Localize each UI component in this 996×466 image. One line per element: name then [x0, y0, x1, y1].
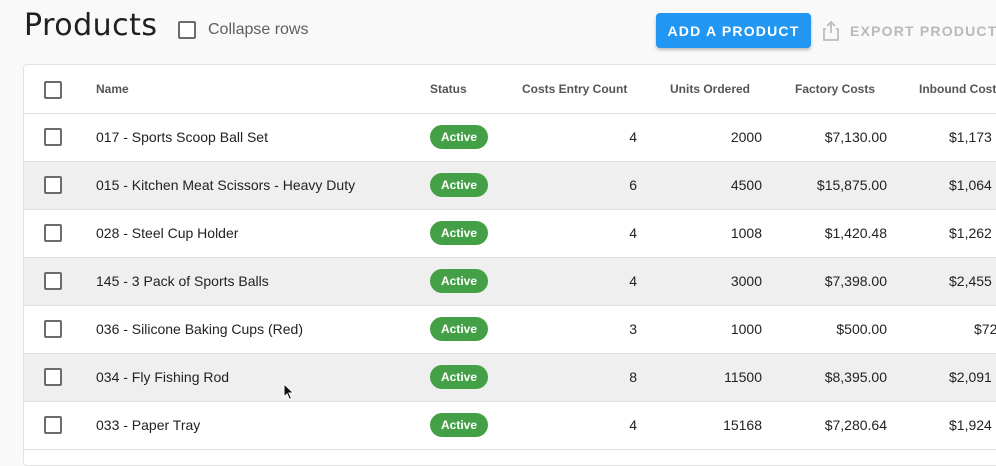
- inbound-costs: $1,173: [949, 129, 992, 145]
- column-header-status[interactable]: Status: [430, 82, 467, 96]
- product-name: 145 - 3 Pack of Sports Balls: [96, 273, 269, 289]
- collapse-rows-label: Collapse rows: [208, 21, 309, 38]
- inbound-costs: $1,262: [949, 225, 992, 241]
- status-badge: Active: [430, 413, 488, 437]
- units-ordered: 1008: [730, 225, 762, 241]
- column-header-name[interactable]: Name: [96, 82, 129, 96]
- table-row[interactable]: 015 - Kitchen Meat Scissors - Heavy Duty…: [24, 162, 996, 210]
- status-badge: Active: [430, 173, 488, 197]
- factory-costs: $500.00: [836, 321, 887, 337]
- row-checkbox[interactable]: [44, 128, 62, 146]
- units-ordered: 4500: [730, 177, 762, 193]
- checkbox-icon[interactable]: [178, 21, 196, 39]
- status-badge: Active: [430, 221, 488, 245]
- product-name: 017 - Sports Scoop Ball Set: [96, 129, 268, 145]
- page-title: Products: [24, 8, 158, 43]
- table-row[interactable]: 145 - 3 Pack of Sports Balls Active 4 30…: [24, 258, 996, 306]
- table-row[interactable]: 034 - Fly Fishing Rod Active 8 11500 $8,…: [24, 354, 996, 402]
- costs-entry-count: 6: [629, 177, 637, 193]
- factory-costs: $8,395.00: [824, 369, 887, 385]
- row-checkbox[interactable]: [44, 224, 62, 242]
- export-products-label: EXPORT PRODUCTS: [850, 22, 996, 39]
- column-header-factory-costs[interactable]: Factory Costs: [795, 82, 875, 96]
- select-all-checkbox[interactable]: [44, 81, 62, 99]
- units-ordered: 1000: [730, 321, 762, 337]
- status-badge: Active: [430, 269, 488, 293]
- inbound-costs: $72: [974, 321, 996, 337]
- costs-entry-count: 4: [629, 225, 637, 241]
- costs-entry-count: 4: [629, 129, 637, 145]
- costs-entry-count: 4: [629, 273, 637, 289]
- column-header-units-ordered[interactable]: Units Ordered: [670, 82, 750, 96]
- table-header-row: Name Status Costs Entry Count Units Orde…: [24, 65, 996, 114]
- product-name: 033 - Paper Tray: [96, 417, 201, 433]
- collapse-rows-toggle[interactable]: Collapse rows: [178, 21, 308, 39]
- product-name: 028 - Steel Cup Holder: [96, 225, 239, 241]
- units-ordered: 11500: [724, 369, 762, 385]
- units-ordered: 2000: [730, 129, 762, 145]
- factory-costs: $7,398.00: [824, 273, 887, 289]
- costs-entry-count: 4: [629, 417, 637, 433]
- export-products-button[interactable]: EXPORT PRODUCTS: [822, 13, 996, 48]
- row-checkbox[interactable]: [44, 416, 62, 434]
- table-row[interactable]: 033 - Paper Tray Active 4 15168 $7,280.6…: [24, 402, 996, 450]
- status-badge: Active: [430, 365, 488, 389]
- costs-entry-count: 8: [629, 369, 637, 385]
- product-name: 015 - Kitchen Meat Scissors - Heavy Duty: [96, 177, 356, 193]
- table-row[interactable]: 036 - Silicone Baking Cups (Red) Active …: [24, 306, 996, 354]
- column-header-costs-entry-count[interactable]: Costs Entry Count: [522, 82, 627, 96]
- factory-costs: $7,130.00: [824, 129, 887, 145]
- inbound-costs: $1,924: [949, 417, 992, 433]
- status-badge: Active: [430, 317, 488, 341]
- inbound-costs: $2,091: [949, 369, 992, 385]
- row-checkbox[interactable]: [44, 320, 62, 338]
- products-table: Name Status Costs Entry Count Units Orde…: [23, 64, 996, 466]
- factory-costs: $15,875.00: [816, 177, 887, 193]
- table-row[interactable]: 017 - Sports Scoop Ball Set Active 4 200…: [24, 114, 996, 162]
- units-ordered: 15168: [723, 417, 762, 433]
- inbound-costs: $2,455: [949, 273, 992, 289]
- inbound-costs: $1,064: [949, 177, 992, 193]
- units-ordered: 3000: [730, 273, 762, 289]
- product-name: 036 - Silicone Baking Cups (Red): [96, 321, 303, 337]
- costs-entry-count: 3: [629, 321, 637, 337]
- factory-costs: $1,420.48: [824, 225, 887, 241]
- row-checkbox[interactable]: [44, 176, 62, 194]
- share-export-icon: [823, 20, 839, 41]
- status-badge: Active: [430, 125, 488, 149]
- product-name: 034 - Fly Fishing Rod: [96, 369, 230, 385]
- mouse-pointer-icon: [283, 383, 295, 401]
- add-product-button[interactable]: ADD A PRODUCT: [656, 13, 811, 48]
- factory-costs: $7,280.64: [824, 417, 887, 433]
- column-header-inbound-costs[interactable]: Inbound Costs: [919, 82, 996, 96]
- row-checkbox[interactable]: [44, 272, 62, 290]
- row-checkbox[interactable]: [44, 368, 62, 386]
- table-row[interactable]: 028 - Steel Cup Holder Active 4 1008 $1,…: [24, 210, 996, 258]
